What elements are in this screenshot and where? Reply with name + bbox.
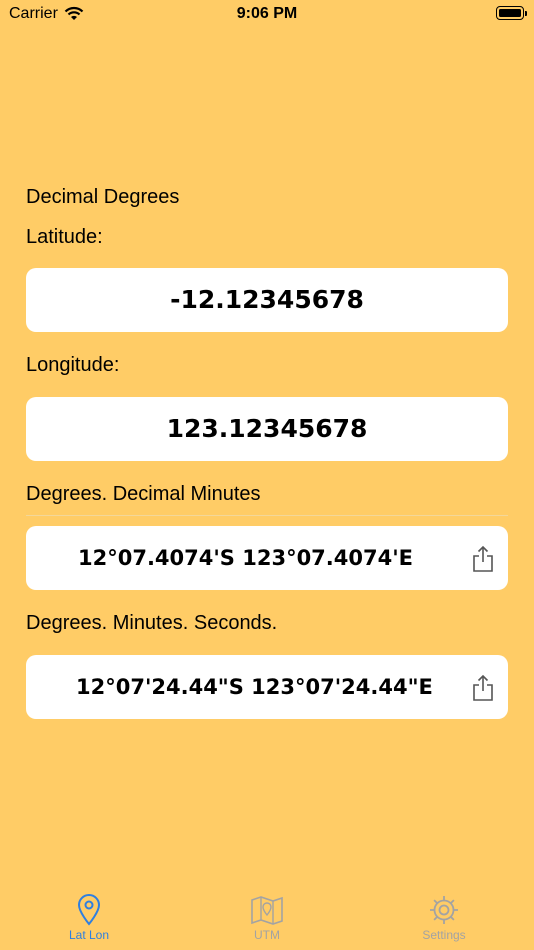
status-bar: Carrier 9:06 PM [0,0,534,30]
longitude-value: 123.12345678 [166,414,368,443]
location-pin-icon [77,894,101,926]
status-time: 9:06 PM [236,5,298,22]
longitude-label: Longitude: [26,354,120,376]
tab-label-utm: UTM [254,928,280,942]
share-icon[interactable] [472,674,494,702]
dms-label: Degrees. Minutes. Seconds. [26,612,278,634]
latitude-value: -12.12345678 [170,285,364,314]
ddm-label: Degrees. Decimal Minutes [26,483,261,505]
tab-utm[interactable]: UTM [207,880,327,950]
tab-lat-lon[interactable]: Lat Lon [29,880,149,950]
tab-label-settings: Settings [422,928,466,942]
section-title-decimal-degrees: Decimal Degrees [26,186,180,208]
dms-field: 12°07'24.44"S 123°07'24.44"E [26,655,508,719]
tab-label-lat-lon: Lat Lon [68,928,110,942]
tab-bar: Lat Lon UTM Settings [0,880,534,950]
divider [26,515,508,516]
ddm-field: 12°07.4074'S 123°07.4074'E [26,526,508,590]
tab-settings[interactable]: Settings [384,880,504,950]
gear-icon [430,896,458,924]
latitude-label: Latitude: [26,226,103,248]
share-icon[interactable] [472,545,494,573]
latitude-field[interactable]: -12.12345678 [26,268,508,332]
map-icon [251,896,283,925]
longitude-field[interactable]: 123.12345678 [26,397,508,461]
dms-value: 12°07'24.44"S 123°07'24.44"E [76,675,433,699]
ddm-value: 12°07.4074'S 123°07.4074'E [78,546,413,570]
battery-icon [496,6,527,20]
